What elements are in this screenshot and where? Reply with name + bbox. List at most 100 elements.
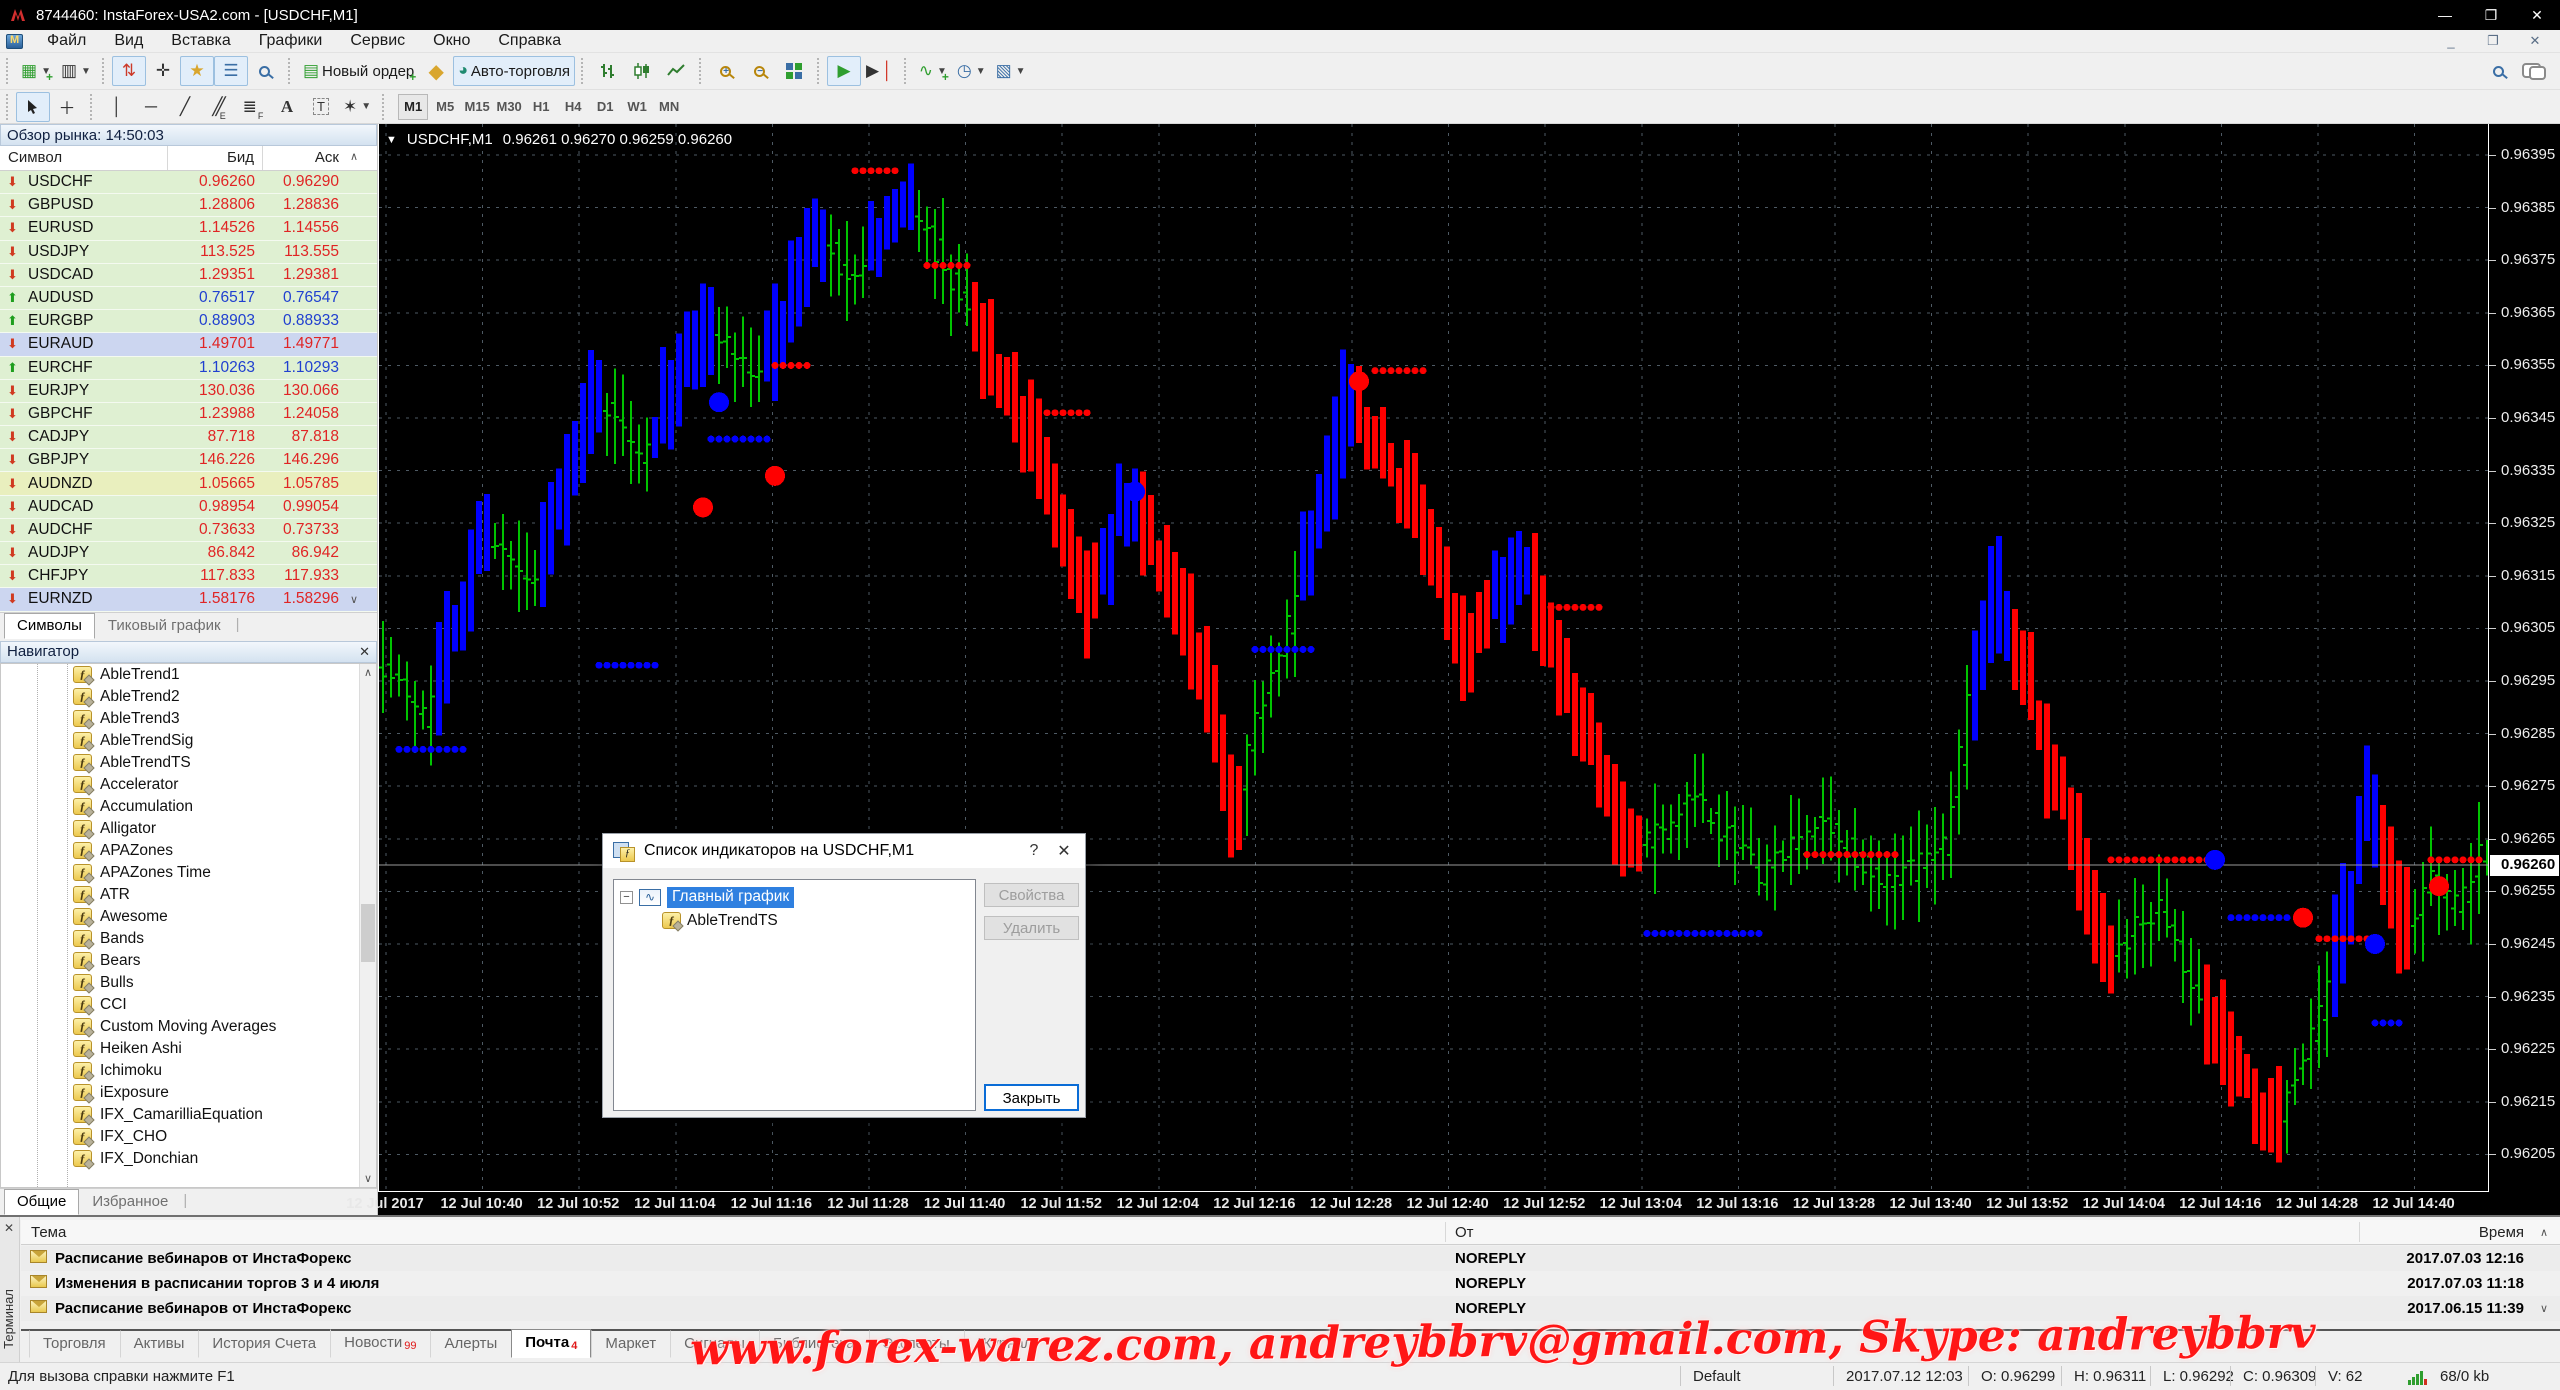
- terminal-tab-новости[interactable]: Новости99: [330, 1329, 430, 1358]
- terminal-tab-почта[interactable]: Почта4: [511, 1329, 591, 1358]
- tab-символы[interactable]: Символы: [4, 613, 95, 639]
- tree-row-indicator[interactable]: ƒ AbleTrendTS: [618, 909, 971, 932]
- navigator-item-abletrend3[interactable]: ƒAbleTrend3: [1, 708, 376, 730]
- trendline-tool-button[interactable]: ╱: [168, 92, 202, 122]
- terminal-tab-торговля[interactable]: Торговля: [29, 1330, 120, 1358]
- window-close-button[interactable]: ✕: [2514, 0, 2560, 30]
- timeframe-button-m30[interactable]: M30: [494, 94, 524, 120]
- data-window-button[interactable]: ✛: [146, 56, 180, 86]
- tab-избранное[interactable]: Избранное: [79, 1189, 181, 1215]
- chart-shift-button[interactable]: ▶│: [861, 56, 898, 86]
- cursor-tool-button[interactable]: [16, 92, 50, 122]
- dialog-title-bar[interactable]: Список индикаторов на USDCHF,M1 ? ✕: [603, 834, 1085, 868]
- market-watch-scroll-down[interactable]: ∨: [345, 593, 363, 606]
- market-watch-toggle-button[interactable]: ⇅: [112, 56, 146, 86]
- menu-item-вставка[interactable]: Вставка: [157, 30, 244, 52]
- text-label-tool-button[interactable]: T: [304, 92, 338, 122]
- timeframe-button-h1[interactable]: H1: [526, 94, 556, 120]
- navigator-item-ifx_camarilliaequation[interactable]: ƒIFX_CamarilliaEquation: [1, 1104, 376, 1126]
- child-restore-button[interactable]: ❐: [2472, 31, 2514, 52]
- menu-item-вид[interactable]: Вид: [100, 30, 157, 52]
- column-time[interactable]: Время: [2479, 1224, 2524, 1241]
- toolbar-grip[interactable]: [904, 58, 909, 84]
- navigator-item-apazones-time[interactable]: ƒAPAZones Time: [1, 862, 376, 884]
- market-watch-row-audchf[interactable]: ⬇AUDCHF0.736330.73733: [0, 519, 377, 542]
- text-tool-button[interactable]: A: [270, 92, 304, 122]
- strategy-tester-button[interactable]: [248, 56, 282, 86]
- navigator-item-alligator[interactable]: ƒAlligator: [1, 818, 376, 840]
- tree-row-main-chart[interactable]: − ∿ Главный график: [618, 886, 971, 909]
- column-from[interactable]: От: [1455, 1224, 1474, 1241]
- arrows-tool-button[interactable]: ✶▼: [338, 92, 376, 122]
- column-ask[interactable]: Аск: [263, 146, 345, 170]
- navigator-close-icon[interactable]: ✕: [359, 644, 370, 660]
- toolbar-grip[interactable]: [102, 58, 107, 84]
- close-button[interactable]: Закрыть: [984, 1084, 1079, 1111]
- auto-scroll-button[interactable]: ▶: [827, 56, 861, 86]
- market-watch-row-audnzd[interactable]: ⬇AUDNZD1.056651.05785: [0, 472, 377, 495]
- column-symbol[interactable]: Символ: [0, 146, 168, 170]
- mail-row[interactable]: Изменения в расписании торгов 3 и 4 июля…: [21, 1271, 2560, 1296]
- equidistant-channel-tool-button[interactable]: ╱╱E: [202, 92, 236, 122]
- navigator-item-bands[interactable]: ƒBands: [1, 928, 376, 950]
- templates-button[interactable]: ▧▼: [991, 56, 1031, 86]
- scroll-down-icon[interactable]: ∨: [2540, 1302, 2548, 1315]
- navigator-item-atr[interactable]: ƒATR: [1, 884, 376, 906]
- scroll-down-icon[interactable]: ∨: [360, 1172, 376, 1185]
- time-axis[interactable]: 12 Jul 201712 Jul 10:4012 Jul 10:5212 Ju…: [378, 1192, 2489, 1215]
- crosshair-tool-button[interactable]: ＋: [50, 92, 84, 122]
- new-chart-button[interactable]: ▦+▼: [16, 56, 56, 86]
- market-watch-row-usdcad[interactable]: ⬇USDCAD1.293511.29381: [0, 264, 377, 287]
- navigator-item-accumulation[interactable]: ƒAccumulation: [1, 796, 376, 818]
- timeframe-button-mn[interactable]: MN: [654, 94, 684, 120]
- market-watch-scroll-up[interactable]: ∧: [345, 146, 363, 170]
- main-chart-label[interactable]: Главный график: [667, 887, 794, 908]
- zoom-in-button[interactable]: +: [709, 56, 743, 86]
- market-watch-row-audusd[interactable]: ⬆AUDUSD0.765170.76547: [0, 287, 377, 310]
- toolbar-grip[interactable]: [6, 58, 11, 84]
- menu-item-справка[interactable]: Справка: [484, 30, 575, 52]
- market-watch-row-eurjpy[interactable]: ⬇EURJPY130.036130.066: [0, 380, 377, 403]
- navigator-item-bears[interactable]: ƒBears: [1, 950, 376, 972]
- timeframe-button-d1[interactable]: D1: [590, 94, 620, 120]
- properties-button[interactable]: Свойства: [984, 883, 1079, 907]
- navigator-item-apazones[interactable]: ƒAPAZones: [1, 840, 376, 862]
- navigator-item-bulls[interactable]: ƒBulls: [1, 972, 376, 994]
- navigator-item-ifx_cho[interactable]: ƒIFX_CHO: [1, 1126, 376, 1148]
- market-watch-row-eurnzd[interactable]: ⬇EURNZD1.581761.58296∨: [0, 588, 377, 611]
- indicator-label[interactable]: AbleTrendTS: [687, 912, 778, 930]
- market-watch-row-gbpjpy[interactable]: ⬇GBPJPY146.226146.296: [0, 449, 377, 472]
- terminal-toggle-button[interactable]: ☰: [214, 56, 248, 86]
- navigator-item-custom-moving-averages[interactable]: ƒCustom Moving Averages: [1, 1016, 376, 1038]
- navigator-item-awesome[interactable]: ƒAwesome: [1, 906, 376, 928]
- mail-row[interactable]: Расписание вебинаров от ИнстаФорексNOREP…: [21, 1246, 2560, 1271]
- navigator-scrollbar[interactable]: ∧ ∨: [359, 664, 376, 1187]
- auto-trading-button[interactable]: ◕ Авто-торговля: [453, 56, 575, 86]
- bar-chart-style-button[interactable]: [591, 56, 625, 86]
- market-watch-row-usdchf[interactable]: ⬇USDCHF0.962600.96290: [0, 171, 377, 194]
- menu-item-файл[interactable]: Файл: [33, 30, 100, 52]
- navigator-item-accelerator[interactable]: ƒAccelerator: [1, 774, 376, 796]
- menu-item-сервис[interactable]: Сервис: [336, 30, 419, 52]
- new-order-button[interactable]: ▤+ Новый ордер: [298, 56, 419, 86]
- market-watch-row-euraud[interactable]: ⬇EURAUD1.497011.49771: [0, 333, 377, 356]
- terminal-tab-история-счета[interactable]: История Счета: [198, 1330, 330, 1358]
- chart-collapse-icon[interactable]: ▼: [386, 134, 397, 146]
- column-subject[interactable]: Тема: [31, 1224, 66, 1241]
- tree-expander-icon[interactable]: −: [620, 891, 633, 904]
- horizontal-line-tool-button[interactable]: ─: [134, 92, 168, 122]
- market-watch-row-eurchf[interactable]: ⬆EURCHF1.102631.10293: [0, 357, 377, 380]
- navigator-item-iexposure[interactable]: ƒiExposure: [1, 1082, 376, 1104]
- sort-ascending-icon[interactable]: ∧: [2540, 1226, 2548, 1239]
- vertical-line-tool-button[interactable]: │: [100, 92, 134, 122]
- dialog-close-button[interactable]: ✕: [1049, 841, 1079, 861]
- toolbar-grip[interactable]: [382, 94, 387, 120]
- market-watch-row-eurgbp[interactable]: ⬆EURGBP0.889030.88933: [0, 310, 377, 333]
- market-watch-row-gbpusd[interactable]: ⬇GBPUSD1.288061.28836: [0, 194, 377, 217]
- tab-тиковый-график[interactable]: Тиковый график: [95, 613, 234, 639]
- market-watch-row-gbpchf[interactable]: ⬇GBPCHF1.239881.24058: [0, 403, 377, 426]
- fibonacci-tool-button[interactable]: ≣F: [236, 92, 270, 122]
- tile-windows-button[interactable]: [777, 56, 811, 86]
- toolbar-grip[interactable]: [6, 94, 11, 120]
- window-restore-button[interactable]: ❐: [2468, 0, 2514, 30]
